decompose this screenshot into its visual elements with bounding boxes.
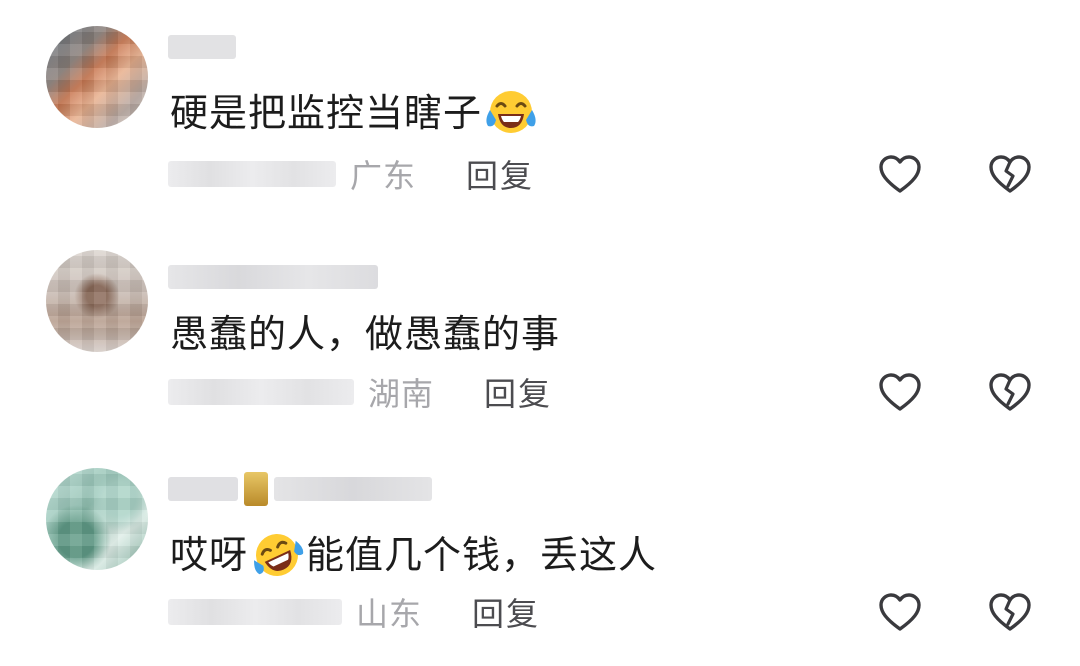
timestamp-blurred (168, 161, 336, 187)
comment-item: 愚蠢的人，做愚蠢的事 湖南 回复 (0, 222, 1080, 444)
broken-heart-icon[interactable] (986, 150, 1034, 198)
reply-button[interactable]: 回复 (484, 369, 552, 415)
comment-text: 哎呀 能值几个钱，丢这人 (170, 528, 657, 582)
comment-text-before: 硬是把监控当瞎子 (170, 91, 483, 135)
region-label: 广东 (350, 157, 417, 195)
comment-text-after: 能值几个钱，丢这人 (306, 533, 658, 577)
rolling-laughing-emoji (254, 534, 304, 576)
comment-text: 愚蠢的人，做愚蠢的事 (170, 310, 560, 358)
comment-text-before: 愚蠢的人，做愚蠢的事 (170, 312, 561, 356)
comment-meta: 广东 回复 (168, 152, 534, 196)
username-blurred[interactable] (168, 262, 378, 292)
timestamp-blurred (168, 599, 342, 625)
broken-heart-icon[interactable] (986, 588, 1034, 636)
comment-text: 硬是把监控当瞎子 (170, 86, 540, 140)
reply-button[interactable]: 回复 (466, 151, 534, 197)
username-blurred[interactable] (168, 472, 432, 506)
timestamp-blurred (168, 379, 354, 405)
region-label: 山东 (356, 595, 423, 633)
comment-meta: 湖南 回复 (168, 370, 552, 414)
comment-text-before: 哎呀 (170, 533, 249, 577)
comment-item: 哎呀 能值几个钱，丢这人 山东 回复 (0, 444, 1080, 666)
broken-heart-icon[interactable] (986, 368, 1034, 416)
heart-outline-icon[interactable] (876, 588, 924, 636)
laughing-tears-emoji (486, 91, 536, 133)
reply-button[interactable]: 回复 (472, 589, 540, 635)
avatar[interactable] (46, 250, 148, 352)
comment-item: 硬是把监控当瞎子 广东 回复 (0, 0, 1080, 222)
username-blurred[interactable] (168, 32, 236, 62)
region-label: 湖南 (368, 375, 435, 413)
comment-meta: 山东 回复 (168, 590, 540, 634)
avatar[interactable] (46, 26, 148, 128)
avatar[interactable] (46, 468, 148, 570)
heart-outline-icon[interactable] (876, 368, 924, 416)
heart-outline-icon[interactable] (876, 150, 924, 198)
